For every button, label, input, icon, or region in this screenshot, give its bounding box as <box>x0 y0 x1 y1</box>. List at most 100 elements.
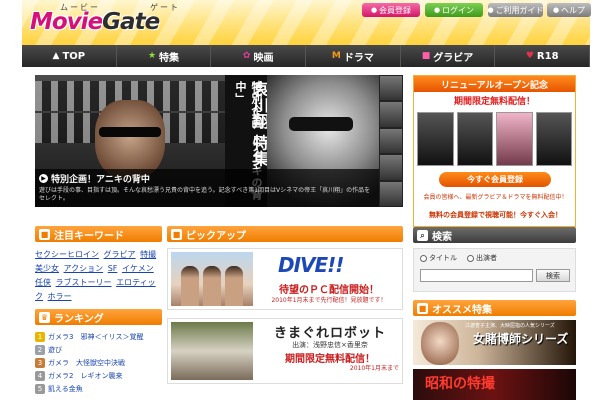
hero-caption: ▶ 特別企画！アニキの背中 遊びは手段の事、目指すは頂。そんな哀愁漂う兄貴の背中… <box>35 169 379 207</box>
help-button-label: ヘルプ <box>561 5 586 15</box>
tag-icon: ■ <box>39 228 50 240</box>
renewal-promo[interactable]: リニューアルオープン記念 期間限定無料配信！ 今すぐ会員登録 会員の皆様へ、最新… <box>413 75 576 227</box>
guide-button[interactable]: ● ご利用ガイド <box>487 3 544 17</box>
ranking-item[interactable]: 2 遊び <box>35 343 162 356</box>
hero-thumbnail[interactable] <box>380 76 402 101</box>
hero-banner[interactable]: 特別企画「アニキの背中」 哀川翔 特集 ▶ 特別企画！アニキの背中 遊びは手段の… <box>35 75 403 207</box>
pickup-item-dive[interactable]: DIVE!! 待望のＰＣ配信開始！ 2010年1月末まで先行配信！見放題です！ <box>167 248 403 310</box>
ranking-item[interactable]: 3 ガメラ 大怪獣空中決戦 <box>35 356 162 369</box>
keyword-link[interactable]: ラブストーリー <box>56 278 112 287</box>
rank-number-badge: 2 <box>35 344 45 355</box>
hero-caption-desc: 遊びは手段の事、目指すは頂。そんな哀愁漂う兄貴の背中を追う。記念すべき第1回目は… <box>39 187 371 202</box>
keyword-link[interactable]: イケメン <box>122 264 154 273</box>
search-option-label: タイトル <box>429 254 457 262</box>
nav-item-r18[interactable]: ♥ R18 <box>495 45 591 67</box>
keyword-link[interactable]: アクション <box>64 264 104 273</box>
recommended-title-text: 昭和の特撮 <box>425 376 495 392</box>
login-button-label: ログイン <box>442 5 475 15</box>
search-option-title[interactable]: タイトル <box>420 253 457 263</box>
promo-title: リニューアルオープン記念 <box>414 76 575 92</box>
promo-note-bold: 無料の会員登録で視聴可能！今すぐ入会！ <box>429 211 562 219</box>
keywords-header: ■ 注目キーワード <box>35 226 162 242</box>
rank-number-badge: 3 <box>35 357 45 368</box>
promo-note: 会員の皆様へ、最新グラビア＆ドラマを無料配信中！ <box>423 194 568 201</box>
register-button[interactable]: ● 会員登録 <box>362 3 420 17</box>
keyword-link[interactable]: 特撮 <box>140 250 156 259</box>
ranking-item-label: ガメラ2 レギオン襲来 <box>48 371 123 380</box>
search-button[interactable]: 検索 <box>536 269 570 282</box>
pickup-item-robot[interactable]: きまぐれロボット 出演：浅野忠信×香里奈 期間限定無料配信！ 2010年1月末ま… <box>167 318 403 384</box>
ranking-item-label: ガメラ 大怪獣空中決戦 <box>48 358 125 367</box>
help-button[interactable]: ● ヘルプ <box>547 3 591 17</box>
promo-thumbnail[interactable] <box>496 112 533 166</box>
question-icon: ● <box>552 6 560 14</box>
keyword-link[interactable]: グラビア <box>104 250 136 259</box>
pickup-photo-figure <box>203 266 221 306</box>
site-header: ムービー ゲート Movie Gate ● 会員登録 ● ログイン ● ご利用ガ… <box>22 0 591 45</box>
keyword-link[interactable]: 任侠 <box>35 278 51 287</box>
pickup-subtext: 2010年1月末まで先行配信！見放題です！ <box>271 297 387 304</box>
nav-item-gravure[interactable]: ■ グラビア <box>400 45 496 67</box>
search-options: タイトル 出演者 <box>420 253 497 263</box>
pickup-cast: 出演：浅野忠信×香里奈 <box>292 341 368 349</box>
site-logo[interactable]: ムービー ゲート Movie Gate <box>30 3 178 40</box>
crown-icon: ♛ <box>39 311 50 323</box>
person-icon: ● <box>370 6 378 14</box>
recommended-item-gambler[interactable]: 江波杏子主演、大映屈指の人気シリーズ 女賭博師シリーズ <box>413 320 576 365</box>
ranking-item-label: 飢える金魚 <box>48 384 83 393</box>
keywords-title: 注目キーワード <box>54 230 124 242</box>
promo-thumbnail[interactable] <box>417 112 454 166</box>
promo-thumbnail[interactable] <box>456 112 493 166</box>
nav-item-label: R18 <box>536 50 559 62</box>
pickup-headline: 期間限定無料配信！ <box>285 354 375 365</box>
hero-thumbnail[interactable] <box>380 128 402 154</box>
nav-item-tokushu[interactable]: ★ 特集 <box>116 45 212 67</box>
nav-item-label: TOP <box>62 50 86 62</box>
keyword-link[interactable]: SF <box>108 264 118 273</box>
pickup-title: ピックアップ <box>186 230 246 242</box>
promo-subtitle: 期間限定無料配信！ <box>453 97 535 107</box>
nav-item-movie[interactable]: ✿ 映画 <box>211 45 307 67</box>
ranking-title: ランキング <box>54 313 104 325</box>
pickup-header: ■ ピックアップ <box>167 226 403 242</box>
keyword-link[interactable]: セクシーヒロイン <box>35 250 99 259</box>
radio-icon <box>420 254 427 262</box>
keyword-link[interactable]: 美少女 <box>35 264 59 273</box>
ranking-item[interactable]: 4 ガメラ2 レギオン襲来 <box>35 369 162 382</box>
key-icon: ● <box>433 6 441 14</box>
hero-caption-title: 特別企画！アニキの背中 <box>51 175 150 185</box>
rank-number-badge: 4 <box>35 370 45 381</box>
thumbs-up-icon: ■ <box>417 302 428 314</box>
pickup-photo-figure <box>181 266 199 306</box>
ranking-item[interactable]: 5 飢える金魚 <box>35 382 162 395</box>
hero-thumbnail[interactable] <box>380 181 402 207</box>
recommended-header: ■ オススメ特集 <box>413 300 576 316</box>
pickup-headline: 待望のＰＣ配信開始！ <box>279 285 379 296</box>
search-option-cast[interactable]: 出演者 <box>467 253 497 263</box>
recommended-subtitle: 江波杏子主演、大映屈指の人気シリーズ <box>465 323 555 329</box>
logo-ruby: ムービー <box>60 3 100 12</box>
nav-item-drama[interactable]: M ドラマ <box>306 45 401 67</box>
ranking-item-label: ガメラ3 邪神＜イリス＞覚醒 <box>48 332 144 341</box>
keyword-link[interactable]: ホラー <box>48 292 72 301</box>
nav-item-label: 特集 <box>159 52 180 64</box>
recommended-item-showa[interactable]: 昭和の特撮 <box>413 369 576 400</box>
ranking-item[interactable]: 1 ガメラ3 邪神＜イリス＞覚醒 <box>35 330 162 343</box>
pickup-logo: DIVE!! <box>278 253 344 277</box>
search-box: タイトル 出演者 検索 <box>413 248 576 292</box>
recommended-title-text: 女賭博師シリーズ <box>473 332 569 346</box>
login-button[interactable]: ● ログイン <box>425 3 483 17</box>
m-icon: M <box>331 51 341 61</box>
search-icon: ⌕ <box>417 229 428 241</box>
hero-thumbnail[interactable] <box>380 155 402 180</box>
home-icon: ▲ <box>52 51 60 61</box>
register-button-label: 会員登録 <box>379 5 412 15</box>
promo-thumbnail[interactable] <box>535 112 572 166</box>
pickup-photo <box>171 252 253 306</box>
main-nav: ▲ TOP ★ 特集 ✿ 映画 M ドラマ ■ グラビア ♥ R18 <box>22 45 591 67</box>
nav-item-label: グラビア <box>433 52 474 64</box>
hero-thumbnail[interactable] <box>380 102 402 127</box>
promo-register-button[interactable]: 今すぐ会員登録 <box>439 172 551 187</box>
nav-item-top[interactable]: ▲ TOP <box>22 45 117 67</box>
search-input[interactable] <box>420 269 533 282</box>
